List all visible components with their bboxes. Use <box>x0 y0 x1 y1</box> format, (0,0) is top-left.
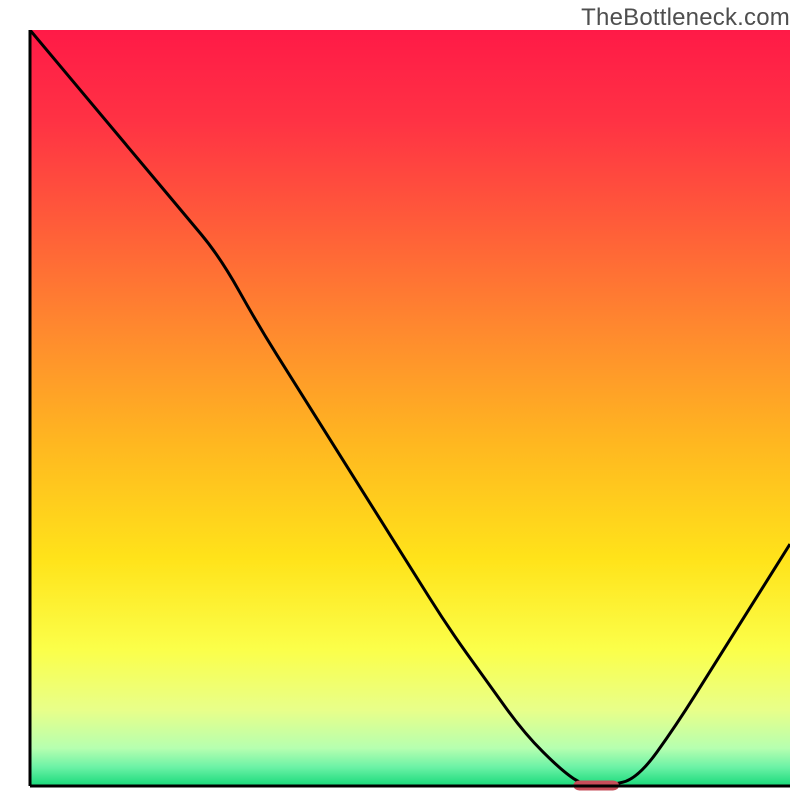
bottleneck-chart <box>0 0 800 800</box>
chart-container: TheBottleneck.com <box>0 0 800 800</box>
plot-background <box>30 30 790 786</box>
